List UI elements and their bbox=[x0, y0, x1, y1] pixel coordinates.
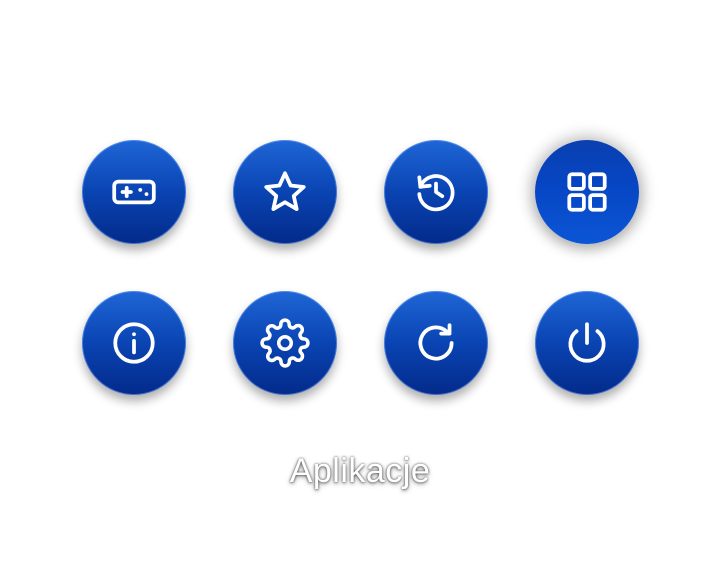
launcher-screen: Aplikacje bbox=[0, 0, 720, 576]
info-button[interactable] bbox=[82, 291, 186, 395]
favorites-button[interactable] bbox=[233, 140, 337, 244]
history-icon bbox=[411, 167, 461, 217]
refresh-icon bbox=[411, 318, 461, 368]
star-icon bbox=[260, 167, 310, 217]
history-button[interactable] bbox=[384, 140, 488, 244]
info-icon bbox=[109, 318, 159, 368]
gamepad-icon bbox=[109, 167, 159, 217]
gear-icon bbox=[260, 318, 310, 368]
settings-button[interactable] bbox=[233, 291, 337, 395]
apps-button[interactable] bbox=[535, 140, 639, 244]
apps-grid-icon bbox=[562, 167, 612, 217]
selected-item-label: Aplikacje bbox=[289, 452, 431, 490]
games-button[interactable] bbox=[82, 140, 186, 244]
refresh-button[interactable] bbox=[384, 291, 488, 395]
power-button[interactable] bbox=[535, 291, 639, 395]
power-icon bbox=[562, 318, 612, 368]
